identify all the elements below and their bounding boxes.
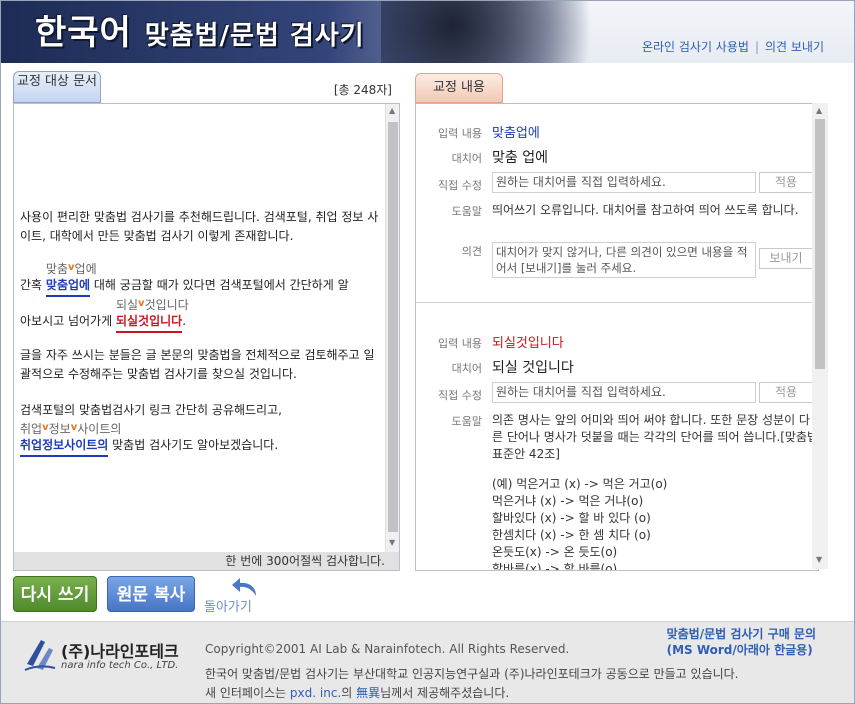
direct-edit-input[interactable]: 원하는 대치어를 직접 입력하세요.: [492, 382, 756, 403]
direct-edit-label: 직접 수정: [438, 389, 482, 402]
help-label: 도움말: [451, 205, 482, 218]
example-item: 할바있다 (x) -> 할 바 있다 (o): [492, 511, 651, 525]
back-button[interactable]: 돌아가기: [204, 576, 264, 615]
source-panel: 교정 대상 문서 [총 248자] 사용이 편리한 맞춤법 검사기를 추천해드립…: [13, 71, 400, 571]
scroll-thumb[interactable]: [815, 119, 825, 369]
apply-button[interactable]: 적용: [759, 172, 813, 193]
example-list: (예) 먹은거고 (x) -> 먹은 거고(o) 먹은거냐 (x) -> 먹은 …: [492, 476, 818, 571]
example-item: 할바를(x) -> 할 바를(o): [492, 562, 618, 571]
purchase-line-2: (MS Word/아래아 한글용): [666, 643, 813, 657]
apply-button[interactable]: 적용: [759, 382, 813, 403]
paragraph-2b: 아보시고 넘어가게 되실v것입니다 되실것입니다.: [20, 298, 380, 333]
alternative-label: 대치어: [451, 362, 482, 375]
correction-list: 입력 내용 맞춤업에 대치어 맞춤 업에 직접 수정 원하는 대치어를 직접 입…: [415, 103, 819, 571]
header-links: 온라인 검사기 사용법 | 의견 보내기: [642, 38, 824, 55]
help-text: 의존 명사는 앞의 어미와 띄어 써야 합니다. 또한 문장 성분이 다른 단어…: [492, 413, 819, 461]
error-word-3[interactable]: 취업v정보v사이트의 취업정보사이트의: [20, 422, 121, 457]
copyright: Copyright©2001 AI Lab & Narainfotech. Al…: [205, 642, 570, 656]
correction-panel: 교정 내용 입력 내용 맞춤업에 대치어 맞춤 업에 직접 수정 원하는 대치어…: [415, 71, 819, 571]
footer-info: 한국어 맞춤법/문법 검사기는 부산대학교 인공지능연구실과 (주)나라인포테크…: [205, 665, 739, 703]
opinion-label: 의견: [461, 245, 482, 258]
example-item: 온듯도(x) -> 온 듯도(o): [492, 545, 618, 559]
copy-original-button[interactable]: 원문 복사: [107, 576, 195, 612]
char-count: [총 248자]: [333, 83, 392, 97]
purchase-line-1: 맞춤법/문법 검사기 구매 문의: [666, 627, 816, 641]
entry-divider: [416, 302, 818, 303]
paragraph-1: 사용이 편리한 맞춤법 검사기를 추천해드립니다. 검색포털, 취업 정보 사이…: [20, 210, 379, 243]
send-feedback-link[interactable]: 의견 보내기: [765, 40, 824, 54]
footer: (주)나라인포테크 nara info tech Co., LTD. Copyr…: [1, 621, 854, 703]
error-word-1[interactable]: 맞춤v업에 맞춤업에: [45, 262, 97, 297]
help-label: 도움말: [451, 415, 482, 428]
company-name: (주)나라인포테크: [61, 642, 179, 661]
example-item: (예) 먹은거고 (x) -> 먹은 거고(o): [492, 477, 668, 491]
example-item: 한셈치다 (x) -> 한 셈 치다 (o): [492, 528, 651, 542]
suggestion-1: 맞춤v업에: [45, 262, 97, 276]
app-title: 한국어 맞춤법/문법 검사기: [35, 5, 365, 54]
example-item: 먹은거냐 (x) -> 먹은 거냐(o): [492, 494, 644, 508]
input-label: 입력 내용: [438, 127, 482, 140]
input-value: 맞춤업에: [492, 126, 540, 141]
info-line-2: 새 인터페이스는 pxd. inc.의 無異님께서 제공해주셨습니다.: [205, 686, 510, 700]
opinion-textarea[interactable]: 대치어가 맞지 않거나, 다른 의견이 있으면 내용을 적어서 [보내기]를 눌…: [492, 242, 756, 278]
source-text-area[interactable]: 사용이 편리한 맞춤법 검사기를 추천해드립니다. 검색포털, 취업 정보 사이…: [13, 103, 400, 571]
paragraph-4b: 취업v정보v사이트의 취업정보사이트의 맞춤법 검사기도 알아보겠습니다.: [20, 422, 380, 457]
tab-source-document[interactable]: 교정 대상 문서: [13, 71, 101, 103]
tab-correction-content[interactable]: 교정 내용: [415, 73, 503, 103]
scroll-down-icon[interactable]: ▼: [816, 555, 822, 564]
input-label: 입력 내용: [438, 337, 482, 350]
error-word-2[interactable]: 되실v것입니다 되실것입니다: [115, 298, 189, 333]
company-name-en: nara info tech Co., LTD.: [61, 660, 179, 671]
alternative-value[interactable]: 되실 것입니다: [492, 357, 574, 377]
alternative-label: 대치어: [451, 152, 482, 165]
scroll-thumb[interactable]: [388, 122, 398, 532]
suggestion-2: 되실v것입니다: [115, 298, 189, 312]
designer-link[interactable]: 無異: [356, 686, 380, 700]
header: 한국어 맞춤법/문법 검사기 온라인 검사기 사용법 | 의견 보내기: [1, 1, 854, 63]
paragraph-3: 글을 자주 쓰시는 분들은 글 본문의 맞춤법을 전체적으로 검토해주고 일괄적…: [20, 348, 375, 381]
back-label: 돌아가기: [204, 600, 252, 615]
retry-button[interactable]: 다시 쓰기: [13, 576, 97, 612]
back-arrow-icon: [232, 578, 256, 596]
alternative-value[interactable]: 맞춤 업에: [492, 147, 548, 167]
scroll-up-icon[interactable]: ▲: [389, 106, 395, 115]
word-limit-note: 한 번에 300어절씩 검사합니다.: [14, 552, 399, 570]
scroll-up-icon[interactable]: ▲: [816, 106, 822, 115]
company-logo: (주)나라인포테크 nara info tech Co., LTD.: [23, 634, 193, 674]
input-value: 되실것입니다: [492, 336, 564, 351]
correction-scrollbar[interactable]: ▲ ▼: [812, 103, 828, 569]
page: { "header": { "title_main": "한국어 ", "tit…: [0, 0, 855, 704]
title-sub: 맞춤법/문법 검사기: [144, 21, 365, 51]
purchase-inquiry-link[interactable]: 맞춤법/문법 검사기 구매 문의 (MS Word/아래아 한글용): [667, 626, 816, 658]
info-line-1: 한국어 맞춤법/문법 검사기는 부산대학교 인공지능연구실과 (주)나라인포테크…: [205, 667, 739, 681]
source-scrollbar[interactable]: ▲ ▼: [385, 104, 399, 554]
direct-edit-label: 직접 수정: [438, 179, 482, 192]
pxd-link[interactable]: pxd. inc.: [290, 686, 341, 700]
suggestion-3: 취업v정보v사이트의: [20, 422, 122, 436]
scroll-down-icon[interactable]: ▼: [389, 538, 395, 547]
title-main: 한국어: [35, 13, 145, 53]
usage-guide-link[interactable]: 온라인 검사기 사용법: [642, 40, 749, 54]
paragraph-2: 간혹 맞춤v업에 맞춤업에 대해 궁금할 때가 있다면 검색포털에서 간단하게 알: [20, 262, 380, 297]
link-separator: |: [754, 40, 759, 54]
header-texture: [381, 1, 621, 63]
nara-logo-icon: [24, 640, 56, 671]
help-text: 띄어쓰기 오류입니다. 대치어를 참고하여 띄어 쓰도록 합니다.: [492, 203, 799, 217]
send-button[interactable]: 보내기: [759, 248, 813, 269]
direct-edit-input[interactable]: 원하는 대치어를 직접 입력하세요.: [492, 172, 756, 193]
